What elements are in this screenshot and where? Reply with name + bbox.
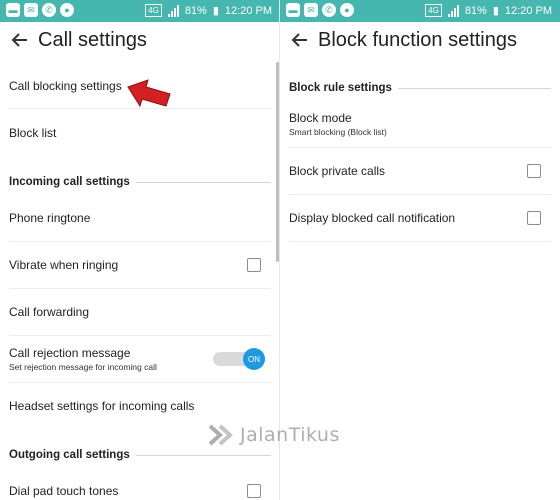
network-type: 4G: [425, 4, 442, 17]
mail-icon: ✉: [24, 3, 38, 17]
page-title: Call settings: [38, 29, 147, 51]
dial-pad-touch-tones-label: Dial pad touch tones: [9, 484, 119, 498]
call-forwarding-label: Call forwarding: [9, 305, 90, 319]
signal-icon: [447, 4, 459, 17]
block-mode-value: Smart blocking (Block list): [289, 127, 387, 137]
battery-level: 81%: [184, 4, 207, 17]
outgoing-call-section-title: Outgoing call settings: [9, 449, 130, 461]
phone-ringtone-label: Phone ringtone: [9, 211, 91, 225]
vibrate-checkbox[interactable]: [247, 258, 261, 272]
display-blocked-notification-label: Display blocked call notification: [289, 211, 456, 225]
call-rejection-toggle[interactable]: ON: [213, 348, 265, 370]
vibrate-when-ringing-item[interactable]: Vibrate when ringing: [9, 242, 271, 289]
block-private-calls-item[interactable]: Block private calls: [289, 148, 551, 195]
block-list-item[interactable]: Block list: [9, 110, 271, 156]
status-time: 12:20 PM: [504, 4, 552, 17]
annotation-arrow-icon: [127, 79, 171, 108]
network-type: 4G: [145, 4, 162, 17]
section-divider: [397, 87, 551, 89]
block-private-calls-label: Block private calls: [289, 164, 386, 178]
phone-ringtone-item[interactable]: Phone ringtone: [9, 195, 271, 242]
status-bar: ▬ ✉ ✆ ● 4G 81% ▮ 12:20 PM: [0, 0, 280, 22]
toggle-thumb: ON: [243, 348, 265, 370]
block-rule-section-header: Block rule settings: [289, 79, 551, 97]
headset-settings-label: Headset settings for incoming calls: [9, 399, 195, 413]
signal-icon: [167, 4, 179, 17]
block-mode-label: Block mode: [289, 111, 352, 125]
call-blocking-settings-label: Call blocking settings: [9, 79, 122, 93]
page-title: Block function settings: [318, 29, 517, 51]
battery-icon: ▮: [212, 5, 219, 17]
mail-icon: ✉: [304, 3, 318, 17]
section-divider: [135, 454, 271, 456]
location-icon: ●: [60, 3, 74, 17]
outgoing-call-section-header: Outgoing call settings: [9, 446, 271, 464]
back-arrow-icon[interactable]: [290, 30, 310, 50]
dial-pad-checkbox[interactable]: [247, 484, 261, 498]
block-list-label: Block list: [9, 126, 57, 140]
whatsapp-icon: ✆: [42, 3, 56, 17]
dial-pad-touch-tones-item[interactable]: Dial pad touch tones: [9, 468, 271, 500]
app-bar: Call settings: [0, 22, 280, 62]
battery-level: 81%: [464, 4, 487, 17]
block-mode-item[interactable]: Block mode Smart blocking (Block list): [289, 101, 551, 148]
battery-icon: ▮: [492, 5, 499, 17]
block-rule-section-title: Block rule settings: [289, 82, 392, 94]
app-bar: Block function settings: [280, 22, 560, 62]
call-rejection-text: Call rejection message Set rejection mes…: [9, 346, 157, 372]
block-mode-text: Block mode Smart blocking (Block list): [289, 111, 387, 137]
location-icon: ●: [340, 3, 354, 17]
back-arrow-icon[interactable]: [10, 30, 30, 50]
status-bar: ▬ ✉ ✆ ● 4G 81% ▮ 12:20 PM: [280, 0, 560, 22]
vibrate-when-ringing-label: Vibrate when ringing: [9, 258, 119, 272]
section-divider: [135, 181, 271, 183]
chat-icon: ▬: [6, 3, 20, 17]
watermark-text: JalanTikus: [240, 424, 340, 446]
call-rejection-sublabel: Set rejection message for incoming call: [9, 362, 157, 372]
incoming-call-section-header: Incoming call settings: [9, 173, 271, 191]
watermark-logo-icon: [208, 424, 233, 446]
chat-icon: ▬: [286, 3, 300, 17]
headset-settings-item[interactable]: Headset settings for incoming calls: [9, 383, 271, 429]
block-private-calls-checkbox[interactable]: [527, 164, 541, 178]
status-time: 12:20 PM: [224, 4, 272, 17]
display-blocked-notification-item[interactable]: Display blocked call notification: [289, 195, 551, 242]
whatsapp-icon: ✆: [322, 3, 336, 17]
watermark: JalanTikus: [208, 424, 340, 446]
incoming-call-section-title: Incoming call settings: [9, 176, 130, 188]
call-forwarding-item[interactable]: Call forwarding: [9, 289, 271, 336]
display-blocked-checkbox[interactable]: [527, 211, 541, 225]
call-rejection-label: Call rejection message: [9, 346, 131, 360]
call-rejection-message-item[interactable]: Call rejection message Set rejection mes…: [9, 336, 271, 383]
